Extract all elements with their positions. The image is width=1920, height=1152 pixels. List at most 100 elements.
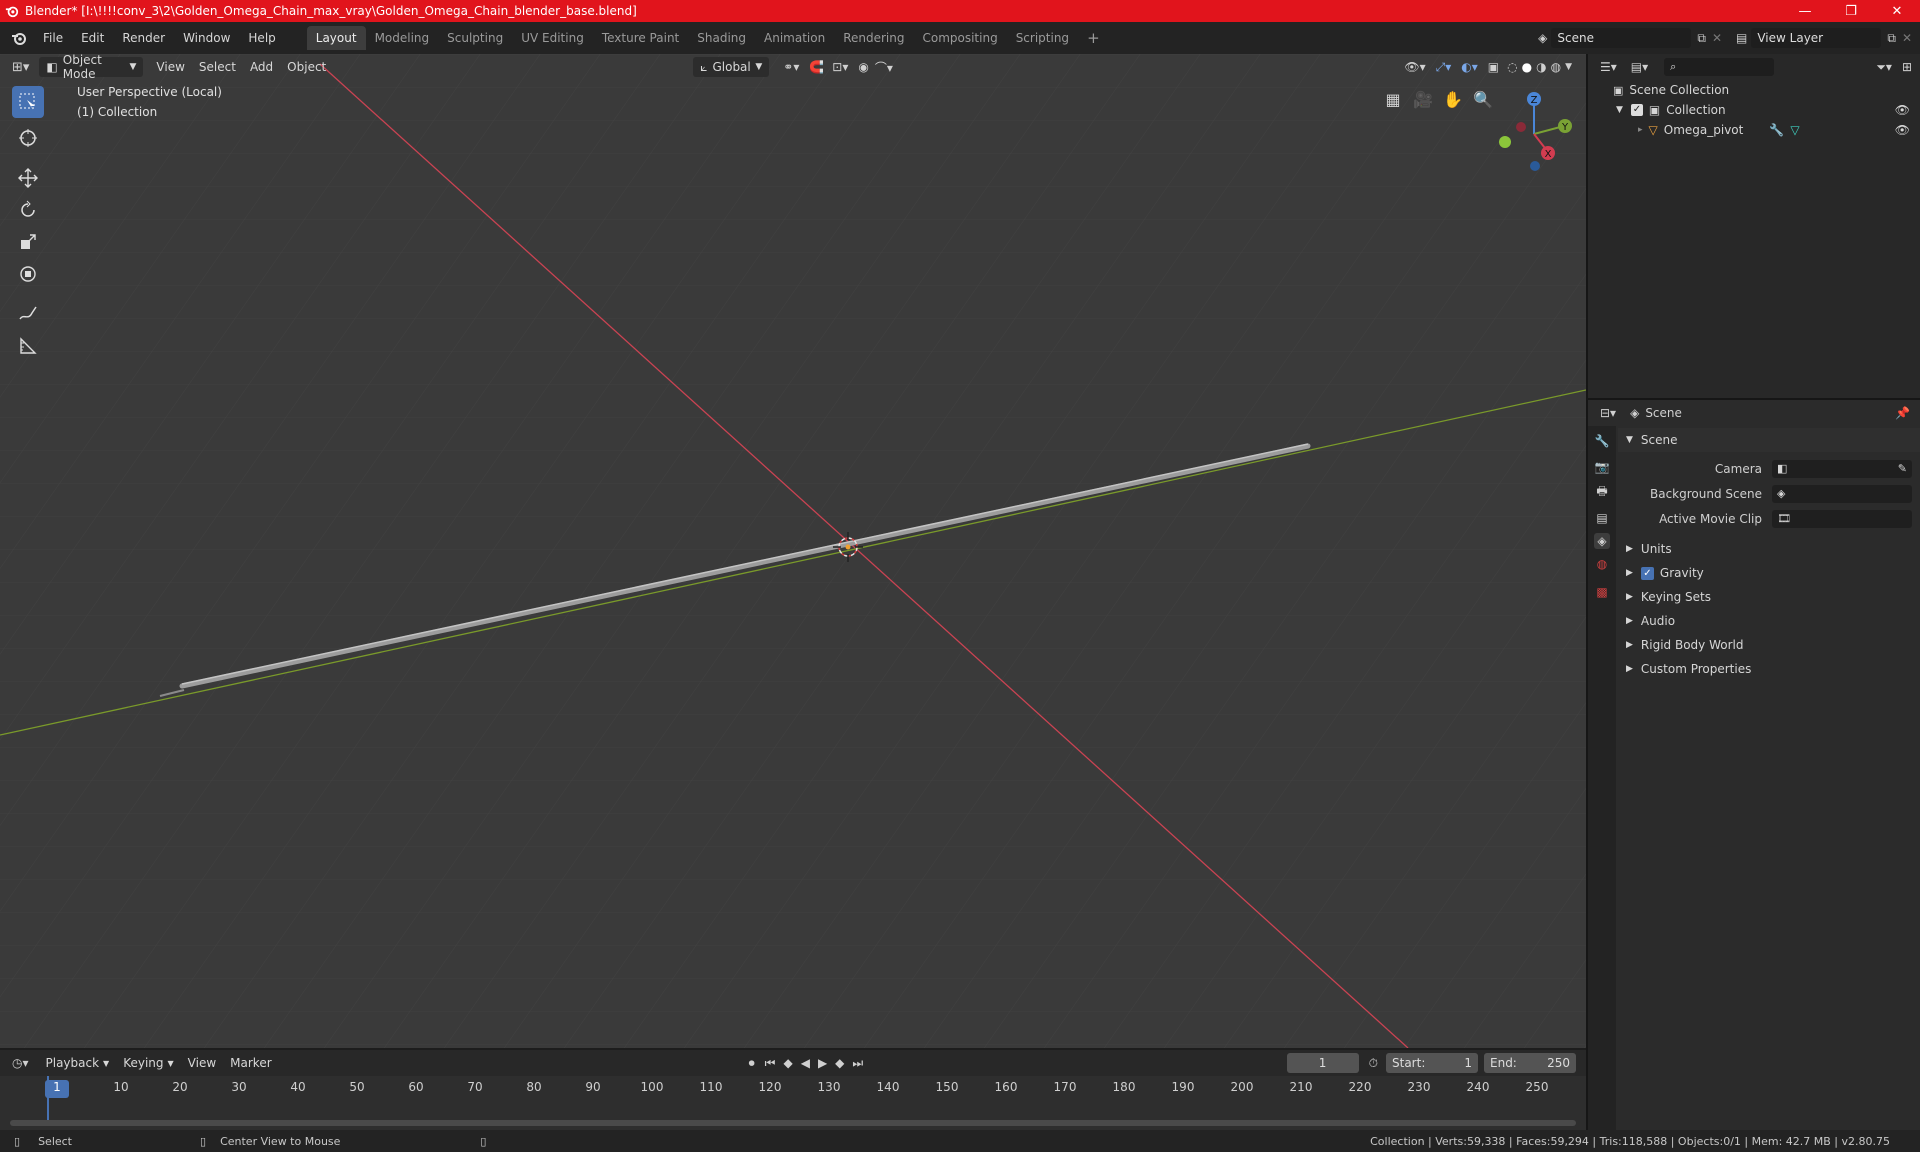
jump-end-icon[interactable]: ⏭: [852, 1056, 863, 1071]
pivot-icon[interactable]: ⚭▾: [783, 60, 799, 74]
3d-viewport[interactable]: ⊞▾ ◧ Object Mode ▼ View Select Add Objec…: [0, 54, 1586, 1048]
material-shading-icon[interactable]: ◑: [1536, 60, 1546, 74]
camera-field[interactable]: ◧ ✎: [1772, 459, 1912, 478]
camera-view-button[interactable]: 🎥: [1410, 86, 1436, 112]
view-layer-icon[interactable]: ▤: [1736, 31, 1747, 45]
timeline-ruler[interactable]: 1 10 20 30 40 50 60 70 80 90 100 110 120 130 140 150 160…: [0, 1076, 1586, 1130]
marker-menu[interactable]: Marker: [223, 1053, 278, 1073]
expand-arrow-icon[interactable]: ▼: [1616, 105, 1623, 115]
tree-row-collection[interactable]: ▼ ✓ ▣ Collection 👁: [1588, 100, 1920, 120]
overlay-toggle-icon[interactable]: ◐▾: [1461, 60, 1478, 74]
cursor-tool[interactable]: [12, 122, 44, 154]
outliner-editor-icon[interactable]: ☰▾: [1600, 60, 1617, 74]
filter-icon[interactable]: ⏷▾: [1876, 60, 1892, 75]
background-scene-field[interactable]: ◈: [1772, 484, 1912, 503]
snap-icon[interactable]: 🧲: [809, 60, 824, 74]
tab-shading[interactable]: Shading: [688, 26, 755, 50]
shading-options-icon[interactable]: ▼: [1565, 62, 1572, 72]
delete-scene-icon[interactable]: ✕: [1712, 31, 1722, 45]
current-frame-field[interactable]: 1: [1286, 1053, 1359, 1073]
gizmo-toggle-icon[interactable]: ⤢▾: [1436, 60, 1452, 75]
menu-file[interactable]: File: [34, 27, 72, 49]
xray-icon[interactable]: ▣: [1488, 60, 1499, 74]
active-clip-field[interactable]: 🎞: [1772, 509, 1912, 528]
stopwatch-icon[interactable]: ⏱: [1369, 1056, 1378, 1071]
tab-scripting[interactable]: Scripting: [1007, 26, 1078, 50]
viewport-menu-add[interactable]: Add: [243, 57, 280, 77]
prev-keyframe-icon[interactable]: ◆: [783, 1056, 792, 1070]
eye-icon[interactable]: 👁: [1895, 103, 1910, 117]
modifier-wrench-icon[interactable]: 🔧: [1769, 123, 1784, 137]
output-tab[interactable]: 🖶: [1596, 482, 1607, 503]
orientation-selector[interactable]: ⟀ Global ▼: [693, 57, 770, 77]
solid-shading-icon[interactable]: ●: [1522, 60, 1532, 74]
add-workspace-button[interactable]: +: [1078, 26, 1109, 50]
scene-panel-header[interactable]: ▼ Scene: [1618, 428, 1920, 452]
tab-uv-editing[interactable]: UV Editing: [512, 26, 593, 50]
wireframe-shading-icon[interactable]: ◌: [1507, 60, 1517, 74]
tab-modeling[interactable]: Modeling: [366, 26, 439, 50]
navigation-gizmo[interactable]: Z Y X: [1492, 86, 1574, 176]
falloff-icon[interactable]: ⌒▾: [875, 59, 893, 76]
jump-start-icon[interactable]: ⏮: [765, 1056, 776, 1071]
rotate-tool[interactable]: [12, 194, 44, 226]
mesh-data-icon[interactable]: ▽: [1790, 123, 1799, 137]
start-frame-field[interactable]: Start: 1: [1386, 1053, 1478, 1073]
proportional-edit-icon[interactable]: ◉: [858, 60, 868, 74]
tab-compositing[interactable]: Compositing: [913, 26, 1006, 50]
editor-type-icon[interactable]: ⊞▾: [12, 60, 29, 75]
outliner-search[interactable]: ⌕: [1664, 58, 1775, 76]
rigid-body-world-panel[interactable]: ▶ Rigid Body World: [1618, 633, 1920, 657]
annotate-tool[interactable]: [12, 298, 44, 330]
viewport-menu-object[interactable]: Object: [280, 57, 333, 77]
next-keyframe-icon[interactable]: ◆: [835, 1056, 844, 1070]
rendered-shading-icon[interactable]: ◍: [1551, 60, 1561, 74]
tab-texture-paint[interactable]: Texture Paint: [593, 26, 688, 50]
display-mode-icon[interactable]: ▤▾: [1631, 60, 1648, 74]
collection-checkbox[interactable]: ✓: [1630, 104, 1643, 116]
scale-tool[interactable]: [12, 226, 44, 258]
scene-selector[interactable]: Scene: [1551, 28, 1692, 48]
menu-help[interactable]: Help: [239, 27, 284, 49]
snap-target-icon[interactable]: ⊡▾: [832, 60, 848, 74]
texture-tab[interactable]: ▩: [1596, 585, 1607, 599]
world-tab[interactable]: ◍: [1597, 557, 1607, 571]
timeline-editor-icon[interactable]: ◷▾: [12, 1056, 29, 1070]
view-layer-tab[interactable]: ▤: [1596, 511, 1607, 525]
blender-menu-icon[interactable]: [10, 30, 28, 46]
tree-row-scene-collection[interactable]: ▣ Scene Collection: [1588, 80, 1920, 100]
custom-properties-panel[interactable]: ▶ Custom Properties: [1618, 657, 1920, 681]
close-button[interactable]: ✕: [1874, 0, 1920, 22]
play-icon[interactable]: ▶: [818, 1056, 827, 1070]
scene-icon[interactable]: ◈: [1538, 31, 1547, 45]
tree-row-omega-pivot[interactable]: ▸ ▽ Omega_pivot 🔧 ▽ 👁: [1588, 120, 1920, 140]
new-view-layer-icon[interactable]: ⧉: [1887, 31, 1896, 46]
ortho-toggle-button[interactable]: ▦: [1380, 86, 1406, 112]
pin-icon[interactable]: 📌: [1895, 406, 1910, 420]
play-reverse-icon[interactable]: ◀: [801, 1056, 810, 1070]
mode-selector[interactable]: ◧ Object Mode ▼: [39, 54, 144, 81]
eye-icon[interactable]: 👁: [1895, 123, 1910, 137]
maximize-button[interactable]: ❐: [1828, 0, 1874, 22]
tab-animation[interactable]: Animation: [755, 26, 834, 50]
tool-tab[interactable]: 🔧: [1595, 434, 1610, 448]
record-icon[interactable]: ⏺: [749, 1056, 755, 1071]
visibility-icon[interactable]: 👁▾: [1404, 60, 1425, 74]
viewport-menu-view[interactable]: View: [149, 57, 191, 77]
timeline-scrollbar[interactable]: [10, 1120, 1576, 1126]
delete-view-layer-icon[interactable]: ✕: [1902, 31, 1912, 45]
new-collection-icon[interactable]: ⊞: [1902, 60, 1912, 74]
eyedropper-icon[interactable]: ✎: [1898, 462, 1907, 475]
menu-edit[interactable]: Edit: [72, 27, 113, 49]
units-panel[interactable]: ▶ Units: [1618, 537, 1920, 561]
viewport-menu-select[interactable]: Select: [192, 57, 243, 77]
keying-menu[interactable]: Keying ▼: [116, 1053, 180, 1073]
view-layer-selector[interactable]: View Layer: [1751, 28, 1882, 48]
keying-sets-panel[interactable]: ▶ Keying Sets: [1618, 585, 1920, 609]
scene-tab[interactable]: ◈: [1594, 533, 1610, 549]
select-box-tool[interactable]: [12, 86, 44, 118]
tab-sculpting[interactable]: Sculpting: [438, 26, 512, 50]
move-tool[interactable]: [12, 162, 44, 194]
menu-window[interactable]: Window: [174, 27, 239, 49]
measure-tool[interactable]: [12, 330, 44, 362]
